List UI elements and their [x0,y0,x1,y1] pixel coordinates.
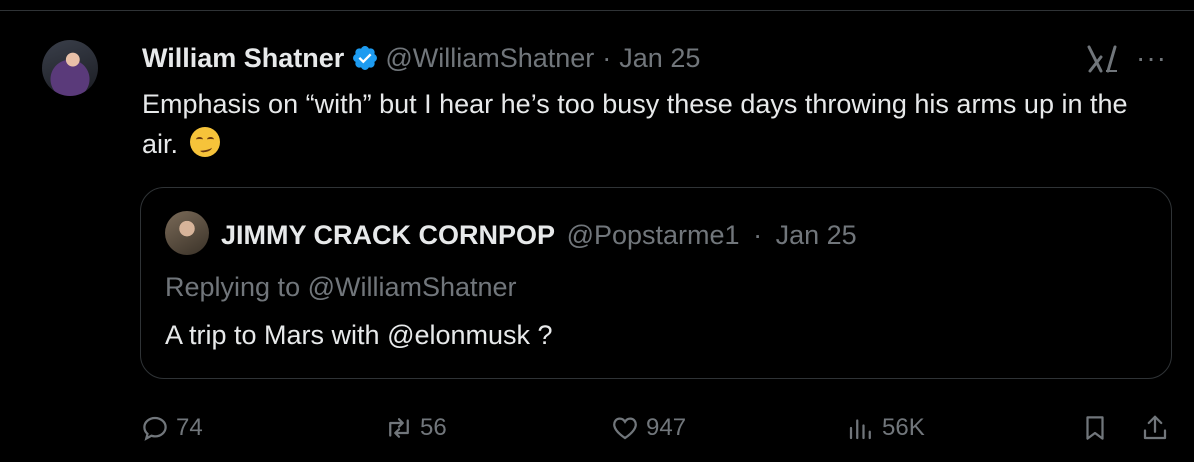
views-button[interactable]: 56K [846,408,925,448]
quoted-tweet-text: A trip to Mars with @elonmusk ? [165,320,553,350]
view-count: 56K [882,414,925,441]
top-divider [0,10,1194,11]
replying-to-label: Replying to @WilliamShatner [165,272,517,302]
share-icon [1143,415,1167,440]
repost-count: 56 [420,414,447,441]
tweet-text-content: Emphasis on “with” but I hear he’s too b… [142,89,1128,159]
repost-icon [389,418,409,438]
author-name[interactable]: William Shatner [142,43,344,74]
smirking-face-emoji-icon [189,127,220,157]
bookmark-button[interactable] [1080,408,1116,448]
reply-icon [143,416,167,441]
quoted-header-separator: · [753,220,763,250]
quoted-author-avatar[interactable] [165,211,209,255]
more-options-icon[interactable]: ··· [1136,44,1167,72]
author-avatar[interactable] [42,40,98,96]
share-button[interactable] [1140,408,1176,448]
like-count: 947 [646,414,687,441]
verified-badge-icon[interactable] [351,44,379,72]
quoted-tweet-header: JIMMY CRACK CORNPOP @Popstarme1 · Jan 25 [221,220,857,251]
like-button[interactable]: 947 [610,408,686,448]
tweet-header: William Shatner @WilliamShatner · Jan 25 [142,42,700,74]
grok-icon[interactable] [1086,44,1120,74]
repost-button[interactable]: 56 [384,408,447,448]
header-separator: · [602,42,612,73]
action-bar: 74 56 947 56K [0,408,1194,448]
views-icon [849,419,871,440]
reply-count: 74 [176,414,203,441]
author-handle[interactable]: @WilliamShatner [385,43,594,74]
quoted-author-handle[interactable]: @Popstarme1 [567,220,740,250]
quoted-author-name[interactable]: JIMMY CRACK CORNPOP [221,220,555,250]
bookmark-icon [1086,416,1104,440]
tweet-date[interactable]: Jan 25 [619,43,700,74]
tweet-text: Emphasis on “with” but I hear he’s too b… [142,84,1152,164]
quoted-tweet[interactable]: JIMMY CRACK CORNPOP @Popstarme1 · Jan 25… [140,187,1172,379]
heart-icon [613,417,637,440]
reply-button[interactable]: 74 [140,408,203,448]
quoted-tweet-date[interactable]: Jan 25 [776,220,857,250]
